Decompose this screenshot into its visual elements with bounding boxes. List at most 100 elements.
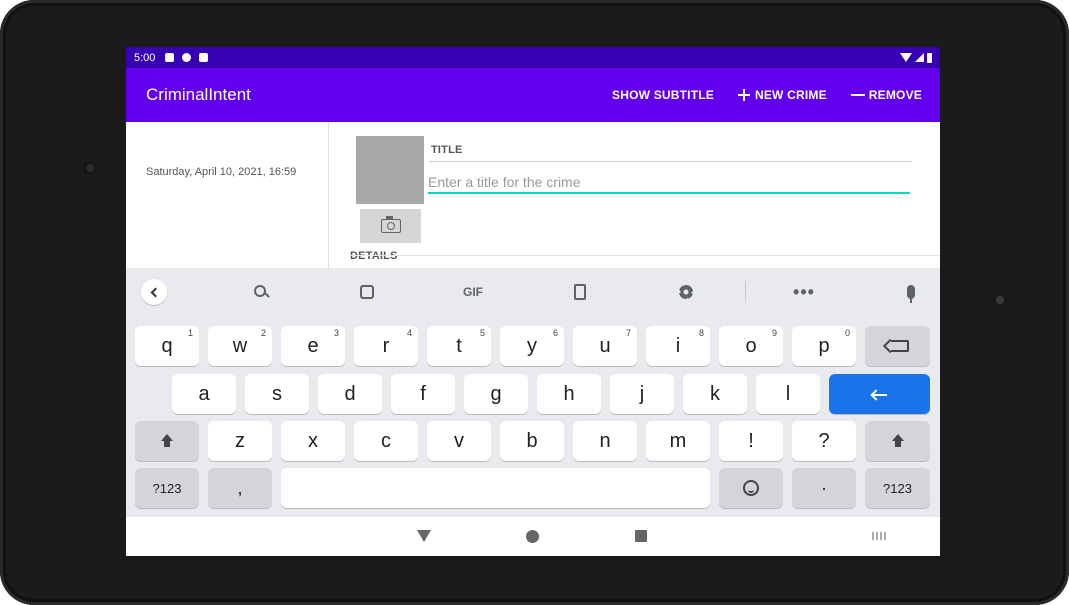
keyboard-more-button[interactable]: •••: [791, 280, 817, 304]
content: Saturday, April 10, 2021, 16:59 TITLE DE…: [126, 122, 940, 268]
key-u[interactable]: u7: [573, 326, 637, 366]
shift-icon: [891, 434, 905, 448]
key-shift-right[interactable]: [865, 421, 930, 461]
camera-button[interactable]: [360, 209, 421, 243]
keyboard-settings-button[interactable]: [673, 280, 699, 304]
search-icon: [254, 285, 268, 299]
key-z[interactable]: z: [208, 421, 272, 461]
app-bar: CriminalIntent SHOW SUBTITLE NEW CRIME R…: [126, 68, 940, 122]
key-label: q: [161, 334, 173, 357]
app-actions: SHOW SUBTITLE NEW CRIME REMOVE: [600, 68, 940, 122]
key-s[interactable]: s: [245, 374, 309, 414]
crime-list: Saturday, April 10, 2021, 16:59: [126, 122, 329, 268]
keyboard-collapse-button[interactable]: [141, 279, 167, 305]
key-symbols-left[interactable]: ?123: [135, 468, 199, 508]
key-b[interactable]: b: [500, 421, 564, 461]
front-camera-icon: [83, 161, 97, 175]
key-label: b: [526, 429, 538, 452]
crime-list-item-date[interactable]: Saturday, April 10, 2021, 16:59: [146, 166, 296, 178]
key-t[interactable]: t5: [427, 326, 491, 366]
key-exclamation[interactable]: !: [719, 421, 783, 461]
notification-a-icon: [165, 53, 175, 62]
key-x[interactable]: x: [281, 421, 345, 461]
key-hint: 4: [406, 328, 412, 338]
signal-icon: [915, 53, 924, 62]
nav-recents-icon[interactable]: [635, 530, 647, 542]
key-period[interactable]: ·: [792, 468, 856, 508]
key-comma[interactable]: ,: [208, 468, 272, 508]
key-hint: 6: [552, 328, 558, 338]
app-title: CriminalIntent: [146, 85, 251, 104]
wifi-icon: [900, 53, 912, 62]
key-w[interactable]: w2: [208, 326, 272, 366]
key-q[interactable]: q1: [135, 326, 199, 366]
crime-title-input[interactable]: [428, 172, 910, 194]
toolbar-separator: [745, 281, 746, 301]
title-divider: [429, 161, 912, 162]
keyboard-search-button[interactable]: [248, 280, 274, 304]
crime-detail: TITLE DETAILS: [330, 122, 940, 268]
key-h[interactable]: h: [537, 374, 601, 414]
show-subtitle-button[interactable]: SHOW SUBTITLE: [600, 68, 726, 122]
key-label: ?: [818, 429, 830, 452]
key-a[interactable]: a: [172, 374, 236, 414]
key-c[interactable]: c: [354, 421, 418, 461]
key-r[interactable]: r4: [354, 326, 418, 366]
key-label: a: [198, 382, 210, 405]
new-crime-button[interactable]: NEW CRIME: [726, 68, 839, 122]
key-label: l: [785, 382, 791, 405]
keyboard-sticker-button[interactable]: [354, 280, 380, 304]
key-v[interactable]: v: [427, 421, 491, 461]
crime-photo: [356, 136, 424, 204]
key-i[interactable]: i8: [646, 326, 710, 366]
key-d[interactable]: d: [318, 374, 382, 414]
key-label: ,: [237, 477, 243, 498]
chevron-left-icon: [150, 287, 161, 297]
key-m[interactable]: m: [646, 421, 710, 461]
key-symbols-right[interactable]: ?123: [865, 468, 930, 508]
key-question[interactable]: ?: [792, 421, 856, 461]
key-label: p: [818, 334, 830, 357]
key-k[interactable]: k: [683, 374, 747, 414]
key-label: o: [745, 334, 757, 357]
key-y[interactable]: y6: [500, 326, 564, 366]
key-enter[interactable]: [829, 374, 930, 414]
details-label: DETAILS: [350, 250, 398, 262]
status-bar: 5:00: [126, 47, 940, 68]
keyboard-clipboard-button[interactable]: [567, 280, 593, 304]
notification-p-icon: [182, 53, 192, 62]
key-label: r: [382, 334, 390, 357]
emoji-icon: [743, 480, 759, 496]
camera-icon: [380, 216, 401, 233]
key-label: s: [272, 382, 282, 405]
key-j[interactable]: j: [610, 374, 674, 414]
key-hint: 7: [625, 328, 631, 338]
key-o[interactable]: o9: [719, 326, 783, 366]
key-space[interactable]: [281, 468, 710, 508]
nav-home-icon[interactable]: [526, 530, 539, 543]
key-f[interactable]: f: [391, 374, 455, 414]
keyboard-gif-button[interactable]: GIF: [460, 280, 486, 304]
key-e[interactable]: e3: [281, 326, 345, 366]
keyboard-switcher-icon[interactable]: [872, 532, 886, 540]
show-subtitle-label: SHOW SUBTITLE: [612, 88, 714, 102]
key-backspace[interactable]: [865, 326, 930, 366]
navigation-bar: [126, 517, 940, 556]
key-label: n: [599, 429, 611, 452]
more-icon: •••: [793, 282, 815, 302]
microphone-icon: [907, 285, 915, 303]
sensor-icon: [996, 296, 1004, 304]
key-l[interactable]: l: [756, 374, 820, 414]
minus-icon: [850, 94, 865, 96]
key-n[interactable]: n: [573, 421, 637, 461]
key-emoji[interactable]: [719, 468, 783, 508]
keyboard-mic-button[interactable]: [898, 280, 924, 304]
key-label: !: [748, 429, 754, 452]
key-label: v: [454, 429, 464, 452]
key-shift-left[interactable]: [135, 421, 199, 461]
key-label: ?123: [883, 480, 912, 496]
nav-back-icon[interactable]: [417, 530, 431, 542]
key-p[interactable]: p0: [792, 326, 856, 366]
remove-button[interactable]: REMOVE: [839, 68, 940, 122]
key-g[interactable]: g: [464, 374, 528, 414]
